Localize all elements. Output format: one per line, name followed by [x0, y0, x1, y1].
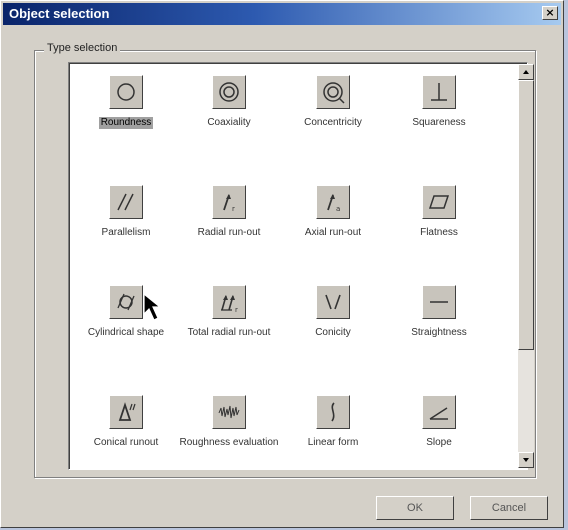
- parallelism-icon: [109, 185, 143, 219]
- item-radial-runout[interactable]: r Radial run-out: [174, 185, 284, 239]
- type-selection-label: Type selection: [44, 42, 121, 54]
- item-label: Cylindrical shape: [87, 327, 165, 338]
- item-label: Coaxiality: [207, 117, 251, 128]
- item-flatness[interactable]: Flatness: [384, 185, 494, 239]
- item-parallelism[interactable]: Parallelism: [71, 185, 181, 239]
- item-label: Roughness evaluation: [179, 437, 279, 448]
- scroll-up-button[interactable]: [518, 64, 534, 80]
- linear-form-icon: [316, 395, 350, 429]
- item-roughness-evaluation[interactable]: Roughness evaluation: [174, 395, 284, 449]
- item-label: Radial run-out: [197, 227, 261, 238]
- close-button[interactable]: ×: [542, 6, 558, 20]
- title-bar[interactable]: Object selection ×: [3, 3, 561, 25]
- axial-runout-icon: a: [316, 185, 350, 219]
- item-label: Axial run-out: [304, 227, 362, 238]
- item-label: Conical runout: [93, 437, 159, 448]
- concentricity-icon: [316, 75, 350, 109]
- svg-text:r: r: [235, 306, 238, 314]
- roundness-icon: [109, 75, 143, 109]
- item-roundness[interactable]: Roundness: [71, 75, 181, 130]
- svg-text:r: r: [232, 205, 235, 213]
- ok-button[interactable]: OK: [376, 496, 454, 520]
- item-label: Conicity: [315, 327, 351, 338]
- roughness-icon: [212, 395, 246, 429]
- total-radial-runout-icon: r: [212, 285, 246, 319]
- item-label: Parallelism: [101, 227, 151, 238]
- item-label: Flatness: [420, 227, 458, 238]
- flatness-icon: [422, 185, 456, 219]
- item-label: Linear form: [307, 437, 359, 448]
- item-label: Slope: [426, 437, 452, 448]
- item-label: Straightness: [411, 327, 467, 338]
- type-list: Roundness Coaxiality Concentricity Squar…: [68, 62, 528, 470]
- conicity-icon: [316, 285, 350, 319]
- item-slope[interactable]: Slope: [384, 395, 494, 449]
- item-label: Concentricity: [304, 117, 362, 128]
- straightness-icon: [422, 285, 456, 319]
- slope-icon: [422, 395, 456, 429]
- item-straightness[interactable]: Straightness: [384, 285, 494, 339]
- scroll-down-button[interactable]: [518, 452, 534, 468]
- arrow-up-icon: [523, 70, 529, 74]
- cancel-button[interactable]: Cancel: [470, 496, 548, 520]
- item-coaxiality[interactable]: Coaxiality: [174, 75, 284, 129]
- item-label: Squareness: [412, 117, 466, 128]
- item-label: Roundness: [98, 117, 154, 129]
- item-squareness[interactable]: Squareness: [384, 75, 494, 129]
- item-conicity[interactable]: Conicity: [278, 285, 388, 339]
- cylindricity-icon: [109, 285, 143, 319]
- window-title: Object selection: [9, 6, 110, 21]
- item-label: Total radial run-out: [187, 327, 271, 338]
- svg-text:a: a: [336, 205, 340, 213]
- mouse-pointer-icon: [143, 292, 162, 321]
- item-total-radial-runout[interactable]: r Total radial run-out: [174, 285, 284, 339]
- arrow-down-icon: [523, 458, 529, 462]
- scroll-thumb[interactable]: [518, 80, 534, 350]
- squareness-icon: [422, 75, 456, 109]
- radial-runout-icon: r: [212, 185, 246, 219]
- item-linear-form[interactable]: Linear form: [278, 395, 388, 449]
- conical-runout-icon: [109, 395, 143, 429]
- coaxiality-icon: [212, 75, 246, 109]
- item-axial-runout[interactable]: a Axial run-out: [278, 185, 388, 239]
- item-conical-runout[interactable]: Conical runout: [71, 395, 181, 449]
- item-concentricity[interactable]: Concentricity: [278, 75, 388, 129]
- vertical-scrollbar[interactable]: [518, 64, 534, 468]
